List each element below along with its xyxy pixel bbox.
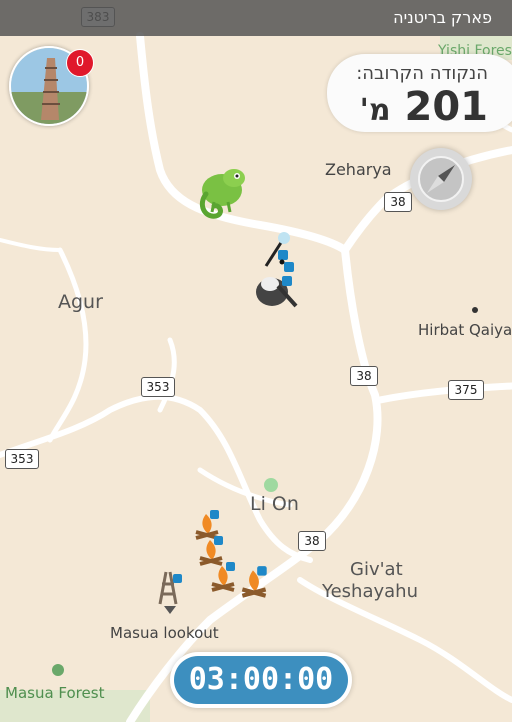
lookout-tower-marker[interactable] (154, 568, 186, 616)
map-label-agur: Agur (58, 291, 103, 313)
timer-value: 03:00:00 (174, 656, 348, 704)
road-shield-38: 38 (384, 192, 412, 212)
park-name: פארק בריטניה (393, 8, 492, 27)
distance-unit: מ' (359, 93, 391, 128)
nearest-point-panel: הנקודה הקרובה: 201 מ' (327, 54, 512, 132)
road-shield-353: 353 (141, 377, 175, 397)
park-tree-icon (264, 478, 278, 492)
map-label-li-on: Li On (250, 493, 299, 515)
distance-value: 201 (404, 84, 489, 130)
road-shield-375: 375 (448, 380, 484, 400)
road-shield-38: 38 (350, 366, 378, 386)
nearest-point-label: הנקודה הקרובה: (356, 63, 488, 84)
map-label-yeshayahu: Yeshayahu (322, 581, 418, 602)
countdown-timer: 03:00:00 (170, 652, 352, 708)
notification-badge[interactable]: 0 (66, 49, 94, 77)
campfire-marker[interactable] (208, 560, 238, 594)
map-label-zeharya: Zeharya (325, 160, 392, 179)
compass-button[interactable] (410, 148, 472, 210)
road-shield-38: 38 (298, 531, 326, 551)
title-bar: פארק בריטניה (0, 0, 512, 36)
compass-icon (418, 156, 464, 202)
map-label-masua-forest: Masua Forest (5, 684, 105, 702)
chameleon-marker[interactable] (194, 164, 250, 224)
road-shield-353: 353 (5, 449, 39, 469)
nearest-point-distance: 201 מ' (354, 84, 488, 130)
map-label-hirbat-qaiya: Hirbat Qaiya (418, 321, 512, 339)
map-label-givat: Giv'at (350, 559, 403, 580)
campfire-marker[interactable] (238, 564, 270, 600)
tree-icon (52, 664, 64, 676)
map-label-masua-lookout: Masua lookout (110, 624, 219, 642)
bird-marker-group[interactable] (248, 226, 306, 312)
map-poi-dot (472, 307, 478, 313)
